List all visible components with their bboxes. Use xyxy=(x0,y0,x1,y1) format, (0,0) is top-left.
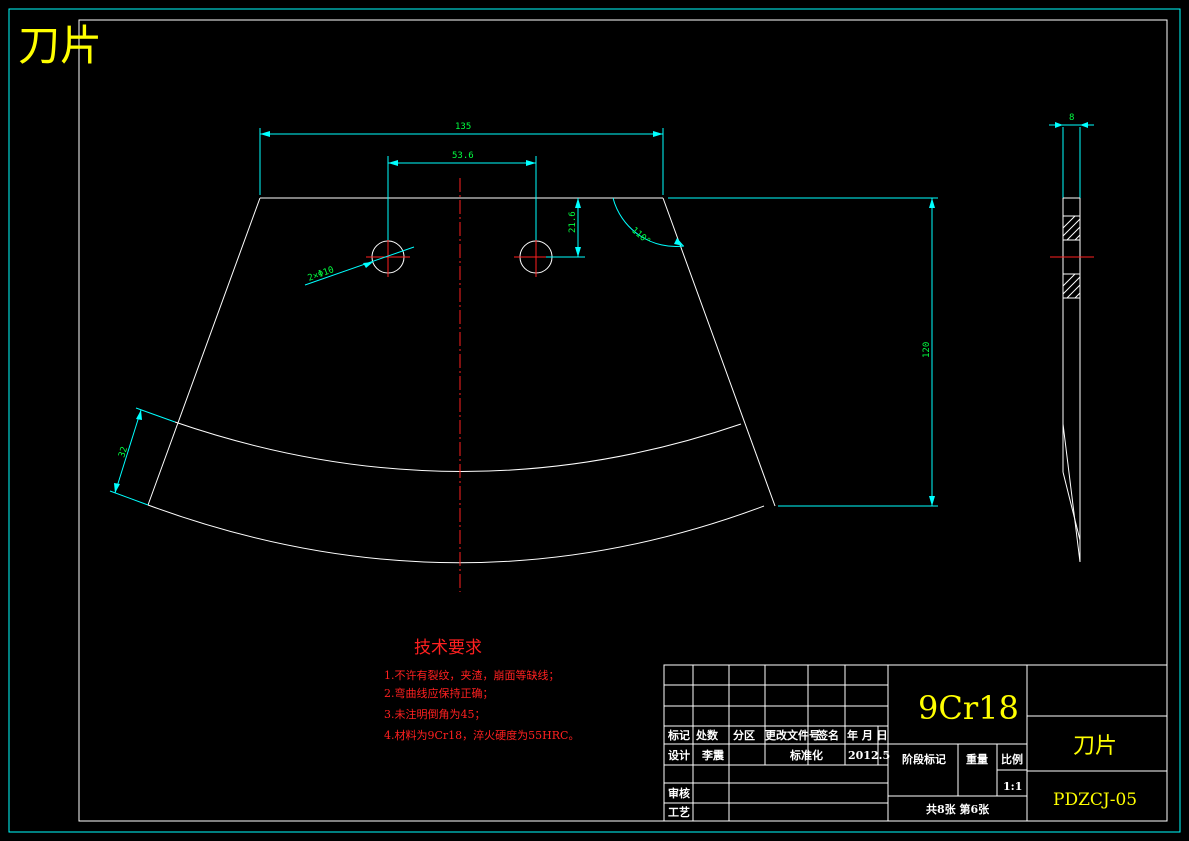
material: 9Cr18 xyxy=(918,689,1019,727)
blade-side-view: 8 xyxy=(1049,113,1094,563)
dim-angle: 110° xyxy=(629,226,652,248)
scale-value: 1:1 xyxy=(1003,780,1022,793)
weight-label: 重量 xyxy=(966,752,988,766)
blade-front-view xyxy=(147,178,776,592)
sheet-count: 共8张 第6张 xyxy=(926,802,990,816)
scale-label: 比例 xyxy=(1001,752,1023,766)
title-block: 标记 处数 分区 更改文件号 签名 年 月 日 设计 李震 标准化 2012.5… xyxy=(663,664,1168,822)
dim-hole-offset: 21.6 xyxy=(568,211,578,233)
requirement-4: 4.材料为9Cr18，淬火硬度为55HRC。 xyxy=(384,728,579,742)
requirement-2: 2.弯曲线应保持正确； xyxy=(384,686,494,700)
requirement-3: 3.未注明倒角为45； xyxy=(384,707,486,721)
col-date: 年 月 日 xyxy=(847,728,888,742)
dimensions: 135 53.6 21.6 110° 120 32 2×Φ10 xyxy=(109,122,938,507)
technical-requirements: 技术要求 1.不许有裂纹，夹渣，崩面等缺线； 2.弯曲线应保持正确； 3.未注明… xyxy=(384,638,579,742)
dim-holes: 2×Φ10 xyxy=(307,265,336,284)
part-name: 刀片 xyxy=(1073,734,1117,759)
design-date: 2012.5 xyxy=(848,749,890,762)
col-zone: 分区 xyxy=(733,728,755,742)
dim-height: 120 xyxy=(922,342,932,358)
requirements-heading: 技术要求 xyxy=(414,638,482,658)
dim-blade-width: 32 xyxy=(117,446,130,459)
designer: 李震 xyxy=(701,748,725,762)
col-mark: 标记 xyxy=(667,728,690,742)
row-design: 设计 xyxy=(668,748,690,762)
stage-mark: 阶段标记 xyxy=(902,752,946,766)
drawing-title: 刀片 xyxy=(18,21,102,70)
dim-hole-spacing: 53.6 xyxy=(452,151,474,161)
dim-thickness: 8 xyxy=(1069,113,1074,123)
bend-line xyxy=(174,421,742,472)
dim-top-width: 135 xyxy=(455,122,471,132)
standardize: 标准化 xyxy=(789,748,823,762)
row-review: 审核 xyxy=(668,786,690,800)
col-sign: 签名 xyxy=(816,728,839,742)
col-count: 处数 xyxy=(695,728,719,742)
row-process: 工艺 xyxy=(668,805,690,819)
col-change-doc: 更改文件号 xyxy=(765,728,820,742)
drawing-number: PDZCJ-05 xyxy=(1053,790,1137,810)
blade-edge xyxy=(147,504,765,564)
requirement-1: 1.不许有裂纹，夹渣，崩面等缺线； xyxy=(384,668,560,682)
drawing-canvas: 刀片 135 53.6 21.6 110° 120 32 2×Φ10 8 技术要… xyxy=(8,8,1181,833)
